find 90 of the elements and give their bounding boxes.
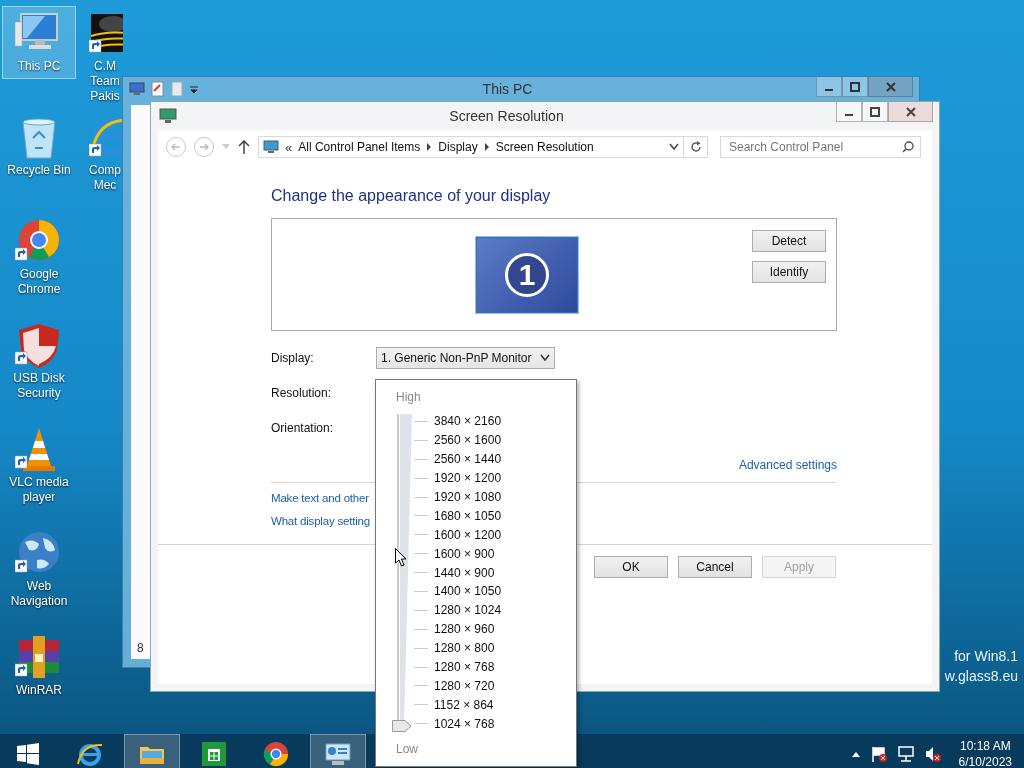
network-icon[interactable] bbox=[896, 745, 915, 763]
desktop-icon[interactable]: VLC media player bbox=[2, 422, 76, 510]
arrow-right-icon bbox=[199, 142, 209, 152]
status-text: 8 bbox=[137, 641, 144, 655]
resolution-option[interactable]: 1920 × 1080 bbox=[434, 490, 502, 504]
chrome-icon bbox=[262, 740, 290, 768]
properties-icon[interactable] bbox=[151, 81, 165, 97]
refresh-icon bbox=[689, 141, 702, 153]
resolution-option[interactable]: 2560 × 1440 bbox=[434, 452, 502, 467]
minimize-button[interactable] bbox=[816, 77, 842, 97]
monitor-tile[interactable]: 1 bbox=[476, 236, 578, 313]
address-prefix: « bbox=[285, 139, 293, 155]
windows-logo-icon bbox=[14, 740, 42, 768]
slider-high-label: High bbox=[396, 389, 421, 405]
caret-up-icon[interactable] bbox=[850, 750, 861, 758]
maximize-button[interactable] bbox=[862, 102, 888, 122]
clock[interactable]: 10:18 AM 6/10/2023 bbox=[958, 739, 1012, 768]
mouse-pointer-icon bbox=[395, 548, 407, 567]
dialog-button[interactable]: Cancel bbox=[678, 556, 752, 578]
close-icon bbox=[905, 106, 916, 117]
resolution-option[interactable]: 1400 × 1050 bbox=[434, 584, 502, 599]
help-link[interactable]: Make text and other bbox=[271, 492, 369, 504]
field-label: Resolution: bbox=[271, 386, 333, 400]
breadcrumb-item[interactable]: All Control Panel Items bbox=[298, 140, 421, 154]
resolution-option[interactable]: 1280 × 768 bbox=[434, 660, 495, 674]
breadcrumb-item[interactable]: Screen Resolution bbox=[495, 140, 594, 154]
window-title: This PC bbox=[481, 81, 534, 97]
field-label: Orientation: bbox=[271, 421, 335, 435]
window-title: Screen Resolution bbox=[448, 108, 565, 124]
breadcrumb-item[interactable]: Display bbox=[438, 140, 478, 154]
monitor-number: 1 bbox=[505, 252, 549, 297]
close-button[interactable] bbox=[868, 77, 913, 97]
close-icon bbox=[885, 81, 896, 92]
speaker-muted-icon[interactable] bbox=[923, 745, 942, 763]
resolution-option[interactable]: 1280 × 720 bbox=[434, 678, 495, 693]
maximize-icon bbox=[870, 106, 880, 117]
resolution-option[interactable]: 1024 × 768 bbox=[434, 716, 495, 731]
refresh-button[interactable] bbox=[684, 136, 708, 158]
desktop-icon[interactable]: USB Disk Security bbox=[2, 318, 76, 406]
resolution-option[interactable]: 1440 × 900 bbox=[434, 565, 495, 580]
chevron-down-icon bbox=[539, 354, 550, 362]
monitor-icon bbox=[263, 140, 279, 154]
resolution-option[interactable]: 1280 × 800 bbox=[434, 641, 495, 656]
help-link[interactable]: What display setting bbox=[271, 515, 370, 527]
display-select[interactable]: 1. Generic Non-PnP Monitor bbox=[376, 347, 555, 369]
resolution-option[interactable]: 1920 × 1200 bbox=[434, 471, 502, 486]
dialog-button[interactable]: OK bbox=[594, 556, 668, 578]
advanced-settings-link[interactable]: Advanced settings bbox=[738, 458, 837, 472]
slider-low-label: Low bbox=[396, 741, 418, 758]
resolution-option[interactable]: 1280 × 960 bbox=[434, 622, 495, 637]
field-label: Display: bbox=[271, 351, 315, 365]
preview-button[interactable]: Identify bbox=[752, 261, 826, 283]
taskbar-button[interactable] bbox=[310, 734, 366, 768]
maximize-icon bbox=[850, 81, 860, 92]
resolution-option[interactable]: 1280 × 1024 bbox=[434, 603, 502, 618]
monitor-icon bbox=[129, 82, 145, 96]
maximize-button[interactable] bbox=[842, 77, 868, 97]
minimize-button[interactable] bbox=[836, 102, 862, 122]
chevron-right-icon bbox=[483, 143, 490, 151]
arrow-up-icon bbox=[238, 140, 250, 154]
shopping-bag-icon bbox=[200, 740, 228, 768]
arrow-left-icon bbox=[171, 142, 181, 152]
desktop-icon[interactable]: Web Navigation bbox=[2, 526, 76, 614]
internet-explorer-icon bbox=[89, 114, 123, 160]
desktop-icon[interactable]: Google Chrome bbox=[2, 214, 76, 302]
control-panel-icon bbox=[324, 740, 352, 768]
up-button[interactable] bbox=[238, 140, 250, 154]
monitor-icon bbox=[159, 108, 177, 124]
desktop-caption: for Win8.1 bbox=[954, 648, 1018, 664]
minimize-icon bbox=[845, 113, 853, 116]
caret-down-icon bbox=[222, 144, 230, 150]
resolution-option[interactable]: 3840 × 2160 bbox=[434, 414, 502, 429]
chevron-right-icon bbox=[426, 143, 433, 151]
resolution-option[interactable]: 1600 × 1200 bbox=[434, 527, 502, 542]
minimize-icon bbox=[825, 88, 833, 91]
resolution-option[interactable]: 1680 × 1050 bbox=[434, 508, 502, 523]
desktop-caption: w.glass8.eu bbox=[944, 668, 1018, 684]
desktop-icon[interactable]: WinRAR bbox=[2, 630, 76, 703]
search-field[interactable]: Search Control Panel bbox=[720, 136, 921, 158]
page-heading: Change the appearance of your display bbox=[271, 186, 552, 206]
resolution-option[interactable]: 2560 × 1600 bbox=[434, 433, 502, 448]
close-button[interactable] bbox=[888, 102, 933, 122]
slider-thumb[interactable] bbox=[392, 717, 412, 730]
caret-icon[interactable] bbox=[189, 84, 199, 94]
preview-button[interactable]: Detect bbox=[752, 230, 826, 252]
chevron-down-icon[interactable] bbox=[669, 143, 679, 151]
resolution-option[interactable]: 1152 × 864 bbox=[434, 697, 494, 712]
address-bar[interactable]: « All Control Panel Items Display Screen Resolution bbox=[258, 136, 684, 158]
flag-icon[interactable] bbox=[869, 745, 888, 763]
resolution-option[interactable]: 1600 × 900 bbox=[434, 546, 495, 561]
